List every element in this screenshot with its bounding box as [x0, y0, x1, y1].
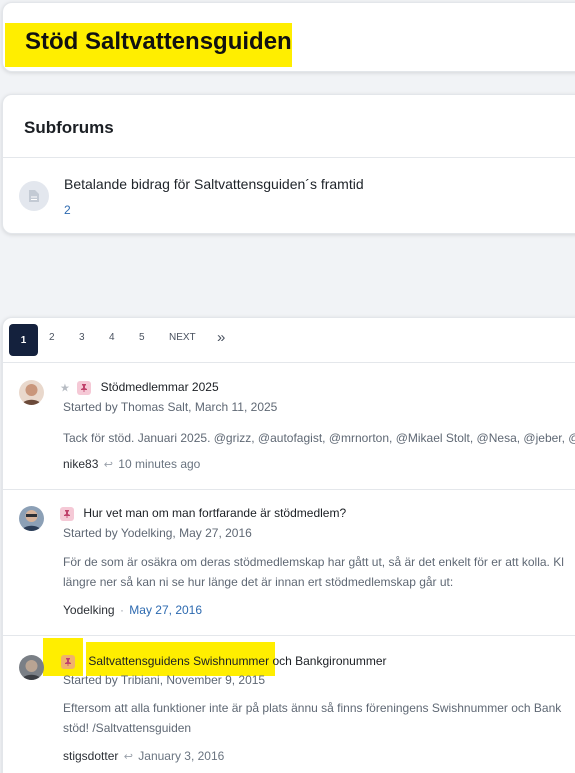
divider: [3, 157, 575, 158]
page-3-button[interactable]: 3: [79, 332, 85, 343]
document-icon: [29, 190, 39, 202]
pagination: 1 2 3 4 5 NEXT »: [3, 318, 575, 363]
thread-snippet-line2: längre ner så kan ni se hur länge det är…: [63, 575, 454, 589]
thread-snippet: Tack för stöd. Januari 2025. @grizz, @au…: [63, 431, 575, 445]
avatar[interactable]: [19, 655, 44, 680]
last-post-time[interactable]: 10 minutes ago: [118, 457, 200, 471]
last-post-time[interactable]: January 3, 2016: [138, 749, 224, 763]
thread-title[interactable]: Stödmedlemmar 2025: [101, 380, 219, 394]
last-post: nike83 ↩ 10 minutes ago: [63, 457, 200, 471]
pin-icon: [61, 654, 75, 669]
thread-snippet-line2: stöd! /Saltvattensguiden: [63, 721, 192, 735]
forum-header: Stöd Saltvattensguiden: [2, 2, 575, 72]
pin-icon: [60, 506, 74, 521]
thread-row[interactable]: Hur vet man om man fortfarande är stödme…: [3, 490, 575, 636]
thread-meta: Started by Yodelking, May 27, 2016: [63, 526, 252, 540]
avatar[interactable]: [19, 506, 44, 531]
last-poster[interactable]: stigsdotter: [63, 749, 118, 763]
page-4-button[interactable]: 4: [109, 332, 115, 343]
thread-snippet: Eftersom att alla funktioner inte är på …: [63, 701, 562, 715]
last-poster[interactable]: Yodelking: [63, 603, 115, 617]
page-title: Stöd Saltvattensguiden: [25, 28, 292, 55]
thread-meta: Started by Tribiani, November 9, 2015: [63, 673, 266, 687]
avatar[interactable]: [19, 380, 44, 405]
last-post: stigsdotter ↩ January 3, 2016: [63, 749, 224, 763]
page-1-button[interactable]: 1: [9, 324, 38, 356]
subforum-link[interactable]: Betalande bidrag för Saltvattensguiden´s…: [64, 176, 364, 192]
separator: ·: [119, 603, 124, 617]
thread-meta: Started by Thomas Salt, March 11, 2025: [63, 400, 278, 414]
reply-icon: ↩: [103, 459, 113, 471]
last-post-time[interactable]: May 27, 2016: [129, 603, 202, 617]
page-5-button[interactable]: 5: [139, 332, 145, 343]
thread-list: 1 2 3 4 5 NEXT » ★ Stödmedlemmar 2025 St…: [2, 317, 575, 773]
subforums-heading: Subforums: [24, 118, 114, 137]
thread-title[interactable]: Saltvattensguidens Swishnummer och Bankg…: [88, 654, 386, 668]
thread-row[interactable]: Saltvattensguidens Swishnummer och Bankg…: [3, 636, 575, 773]
last-poster[interactable]: nike83: [63, 457, 98, 471]
last-post: Yodelking · May 27, 2016: [63, 603, 202, 617]
star-icon[interactable]: ★: [60, 382, 70, 394]
next-page-button[interactable]: NEXT: [169, 332, 196, 343]
forum-icon: [19, 181, 49, 211]
thread-row[interactable]: ★ Stödmedlemmar 2025 Started by Thomas S…: [3, 364, 575, 490]
subforum-count[interactable]: 2: [64, 203, 71, 217]
pin-icon: [77, 380, 92, 395]
thread-title[interactable]: Hur vet man om man fortfarande är stödme…: [83, 506, 346, 520]
subforums-panel: Subforums Betalande bidrag för Saltvatte…: [2, 94, 575, 234]
thread-snippet: För de som är osäkra om deras stödmedlem…: [63, 555, 564, 569]
page-2-button[interactable]: 2: [49, 332, 55, 343]
reply-icon: ↩: [123, 751, 133, 763]
last-page-button[interactable]: »: [217, 329, 225, 346]
